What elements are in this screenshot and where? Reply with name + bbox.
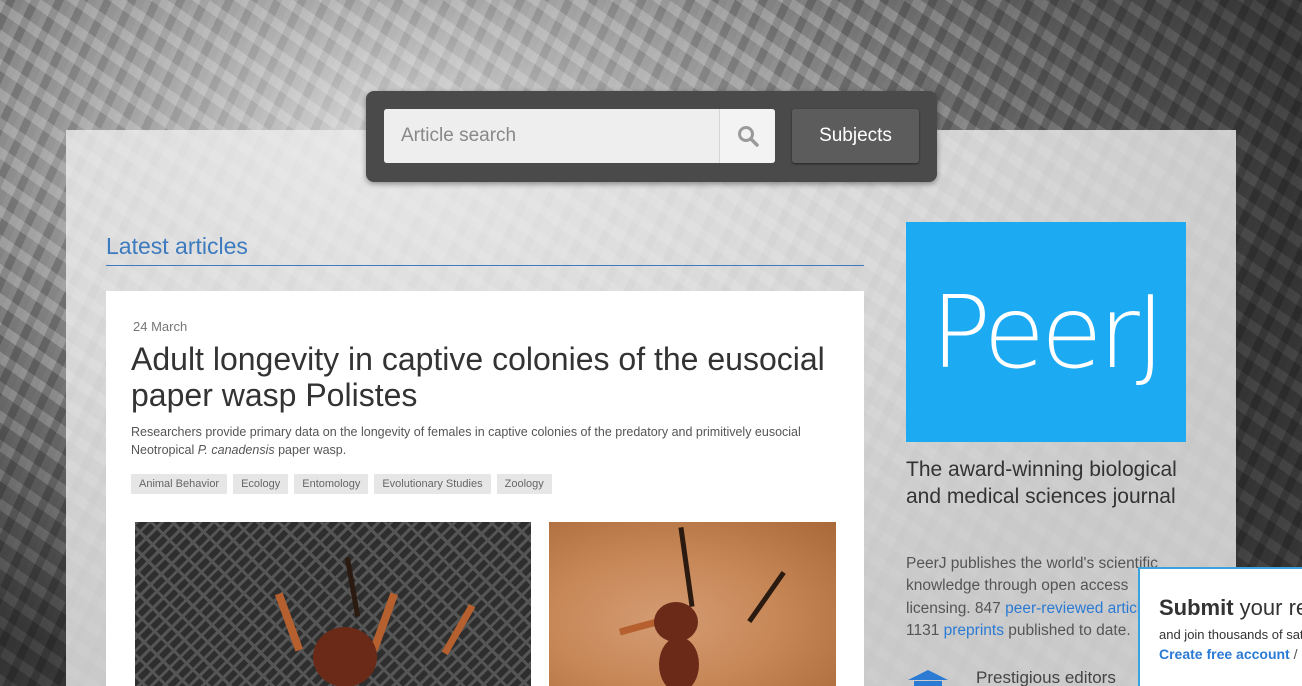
- article-search-input[interactable]: [384, 109, 719, 163]
- journal-tagline: The award-winning biological and medical…: [906, 458, 1177, 508]
- article-image-wasp-on-hand[interactable]: [549, 522, 836, 686]
- tag-animal-behavior[interactable]: Animal Behavior: [131, 474, 228, 494]
- peerj-logo[interactable]: PeerJ: [906, 222, 1186, 442]
- search-icon: [737, 126, 759, 147]
- submit-subtitle: and join thousands of satisfied authors: [1159, 627, 1302, 642]
- tag-evolutionary-studies[interactable]: Evolutionary Studies: [374, 474, 491, 494]
- search-button[interactable]: [719, 109, 775, 163]
- subjects-button[interactable]: Subjects: [792, 109, 919, 163]
- article-card: 24 March Adult longevity in captive colo…: [106, 291, 864, 686]
- summary-text-end: paper wasp.: [274, 443, 347, 457]
- blurb-text-end: published to date.: [1003, 621, 1131, 639]
- editors-label: Prestigious editors: [976, 668, 1116, 686]
- tag-ecology[interactable]: Ecology: [233, 474, 289, 494]
- subject-tags: Animal Behavior Ecology Entomology Evolu…: [131, 474, 552, 494]
- submit-title: Submit your research: [1159, 595, 1302, 621]
- institution-icon: [908, 670, 948, 686]
- submit-title-bold: Submit: [1159, 595, 1234, 620]
- summary-species: P. canadensis: [197, 443, 275, 457]
- preprints-link[interactable]: preprints: [944, 622, 1004, 639]
- article-image-wasp-on-mesh[interactable]: [135, 522, 531, 686]
- latest-articles-heading: Latest articles: [106, 233, 248, 259]
- heading-divider: [106, 265, 864, 266]
- peer-reviewed-articles-link[interactable]: peer-reviewed articles: [1005, 600, 1157, 617]
- article-summary: Researchers provide primary data on the …: [131, 423, 841, 459]
- submit-research-popup: Submit your research and join thousands …: [1138, 567, 1302, 686]
- search-box: [384, 109, 775, 163]
- peerj-logo-text: PeerJ: [930, 273, 1165, 391]
- article-title[interactable]: Adult longevity in captive colonies of t…: [131, 341, 851, 413]
- search-bar: Subjects: [366, 91, 937, 182]
- prestigious-editors-row: Prestigious editors: [906, 668, 1116, 686]
- tag-zoology[interactable]: Zoology: [496, 474, 552, 494]
- link-separator: /: [1289, 646, 1298, 662]
- article-date: 24 March: [133, 319, 188, 334]
- submit-title-rest: your research: [1239, 595, 1302, 620]
- tag-entomology[interactable]: Entomology: [294, 474, 369, 494]
- create-free-account-link[interactable]: Create free account: [1159, 646, 1290, 662]
